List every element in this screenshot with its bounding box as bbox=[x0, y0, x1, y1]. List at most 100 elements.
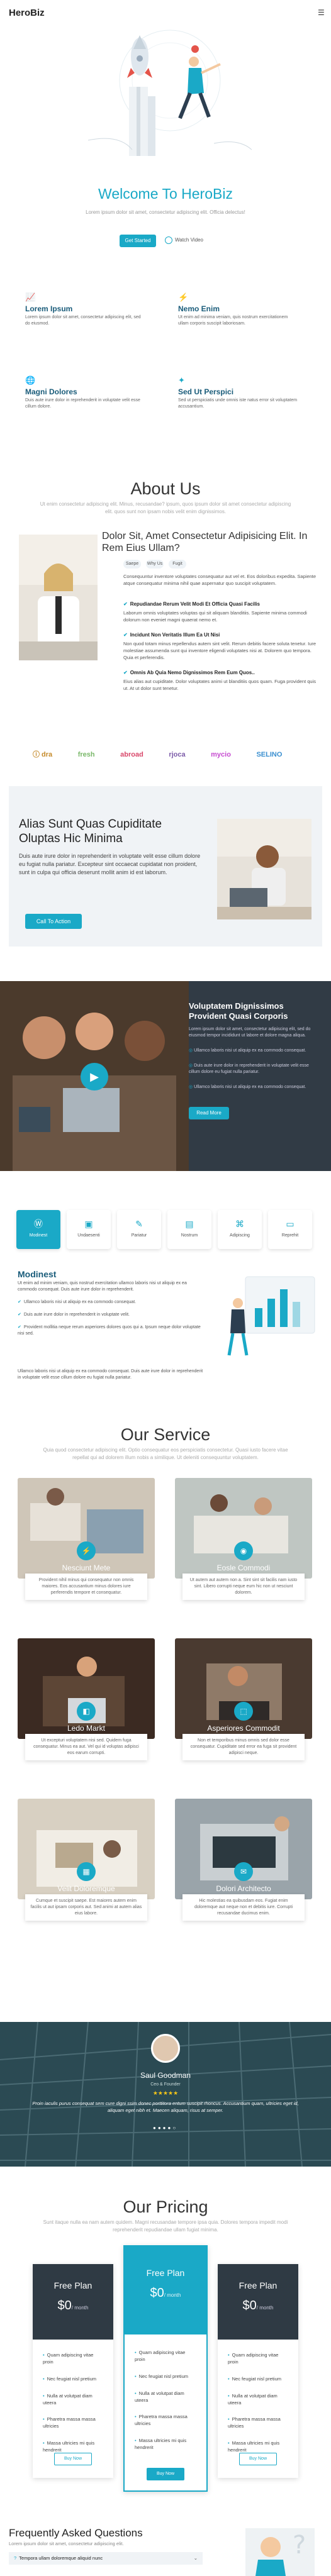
hero-title-prefix: Welcome To bbox=[98, 186, 182, 202]
about-subtitle: Ut enim consectetur adipiscing elit. Min… bbox=[40, 501, 291, 514]
faq-title: Frequently Asked Questions bbox=[9, 2527, 143, 2539]
plan-price-value: $0 bbox=[57, 2299, 72, 2313]
client-logo: ⓘ dra bbox=[33, 751, 53, 758]
service-name[interactable]: Velit Doloremque bbox=[18, 1884, 155, 1894]
service-description: Ut autem aut autem non a. Sint sint sit … bbox=[182, 1574, 305, 1601]
faq-question[interactable]: ? Tempora ullam doloremque aliquid nunc ⌄ bbox=[9, 2552, 203, 2565]
tab-label: Undaesenti bbox=[77, 1233, 100, 1238]
plan-feature-text: Massa ultricies mi quis hendrerit bbox=[135, 2438, 187, 2450]
cta-text: Duis aute irure dolor in reprehenderit i… bbox=[19, 853, 201, 876]
service-name[interactable]: Asperiores Commodit bbox=[175, 1723, 312, 1734]
tab-modinest[interactable]: Ⓦ Modinest bbox=[16, 1210, 60, 1249]
plan-feature: • Massa ultricies mi quis hendrerit bbox=[43, 2440, 103, 2454]
carousel-dots[interactable]: ●●●●○ bbox=[153, 2124, 177, 2132]
check-text: Omnis Ab Quia Nemo Dignissimos Rem Eum Q… bbox=[130, 670, 255, 675]
client-logo: mycio bbox=[211, 751, 231, 758]
tab-reprehit[interactable]: ▭ Reprehit bbox=[268, 1210, 312, 1249]
check-icon: • bbox=[228, 2392, 230, 2399]
plan-price: $0/ month bbox=[33, 2297, 113, 2315]
service-description: Non et temporibus minus omnis sed dolor … bbox=[182, 1734, 305, 1761]
about-paragraph: Eius alias aut cupiditate. Dolor volupta… bbox=[123, 679, 317, 691]
play-circle-icon bbox=[165, 236, 172, 244]
tab-undaesenti[interactable]: ▣ Undaesenti bbox=[67, 1210, 111, 1249]
plan-price: $0/ month bbox=[218, 2297, 298, 2315]
service-name[interactable]: Nesciunt Mete bbox=[18, 1563, 155, 1574]
browser-icon: ▭ bbox=[286, 1219, 295, 1229]
faq-illustration: ? bbox=[245, 2528, 315, 2576]
feature-item: 📈 Lorem Ipsum Lorem ipsum dolor sit amet… bbox=[25, 292, 145, 328]
play-button[interactable]: ▶ bbox=[81, 1063, 108, 1091]
plan-feature: • Nec feugiat nisl pretium bbox=[43, 2376, 103, 2383]
watch-video-link[interactable]: Watch Video bbox=[165, 236, 203, 244]
video-list-item: ◎ Duis aute irure dolor in reprehenderit… bbox=[189, 1063, 321, 1075]
check-icon: • bbox=[135, 2438, 137, 2444]
plan-price-period: / month bbox=[256, 2305, 274, 2311]
command-icon: ⌘ bbox=[235, 1219, 244, 1229]
feature-text: Lorem ipsum dolor sit amet, consectetur … bbox=[25, 315, 141, 326]
pricing-subtitle: Sunt itaque nulla ea nam autem quidem. M… bbox=[43, 2219, 288, 2233]
video-title: Voluptatem Dignissimos Provident Quasi C… bbox=[189, 1001, 288, 1021]
check-circle-icon: ◎ bbox=[189, 1085, 194, 1089]
service-name[interactable]: Dolori Architecto bbox=[175, 1884, 312, 1894]
hero-title: Welcome To HeroBiz bbox=[0, 184, 331, 204]
tab-label: Adipiscing bbox=[230, 1233, 250, 1238]
service-description: Cumque et suscipit saepe. Est maiores au… bbox=[25, 1894, 147, 1921]
buy-now-button[interactable]: Buy Now bbox=[147, 2468, 184, 2480]
tab-label: Modinest bbox=[29, 1233, 48, 1238]
plan-feature-text: Nulla at volutpat diam uteera bbox=[135, 2390, 184, 2403]
service-name[interactable]: Ledo Markt bbox=[18, 1723, 155, 1734]
plan-feature-text: Pharetra massa massa ultricies bbox=[43, 2416, 96, 2429]
service-name[interactable]: Eosle Commodi bbox=[175, 1563, 312, 1574]
plan-feature-text: Massa ultricies mi quis hendrerit bbox=[43, 2440, 95, 2453]
call-to-action-button[interactable]: Call To Action bbox=[25, 914, 82, 929]
plan-feature: • Quam adipiscing vitae proin bbox=[228, 2352, 288, 2366]
testimonial-name: Saul Goodman bbox=[140, 2071, 191, 2080]
tab-content-outro: Ullamco laboris nisi ut aliquip ex ea co… bbox=[18, 1369, 203, 1380]
tab-list-item: ✔ Ullamco laboris nisi ut aliquip ex ea c… bbox=[18, 1299, 206, 1306]
get-started-button[interactable]: Get Started bbox=[120, 235, 156, 247]
plan-feature: • Pharetra massa massa ultricies bbox=[43, 2416, 103, 2430]
hamburger-icon[interactable]: ☰ bbox=[318, 8, 325, 18]
question-icon: ? bbox=[14, 2555, 17, 2561]
activity-icon: ⚡ bbox=[77, 1541, 96, 1560]
service-description: Ut excepturi voluptatem nisi sed. Quidem… bbox=[25, 1734, 147, 1761]
check-icon: ✔ bbox=[18, 1313, 21, 1317]
chevron-down-icon: ⌄ bbox=[193, 2555, 198, 2561]
check-icon: • bbox=[228, 2375, 230, 2382]
check-icon: • bbox=[228, 2416, 230, 2423]
plan-feature: • Nulla at volutpat diam uteera bbox=[228, 2393, 288, 2407]
brand-logo[interactable]: HeroBiz bbox=[9, 6, 45, 20]
check-icon: • bbox=[228, 2352, 230, 2358]
faq-subtitle: Lorem ipsum dolor sit amet, consectetur … bbox=[9, 2541, 124, 2546]
video-paragraph: Lorem ipsum dolor sit amet, consectetur … bbox=[189, 1027, 311, 1038]
about-paragraph: Laborum omnis voluptates voluptas qui si… bbox=[123, 610, 307, 623]
tab-pariatur[interactable]: ✎ Pariatur bbox=[117, 1210, 161, 1249]
tab-content-title: Modinest bbox=[18, 1269, 57, 1279]
check-circle-icon: ◎ bbox=[189, 1063, 194, 1068]
plan-price-period: / month bbox=[71, 2305, 89, 2311]
faq-question-text: Tempora ullam doloremque aliquid nunc bbox=[19, 2555, 103, 2561]
plan-feature: • Quam adipiscing vitae proin bbox=[43, 2352, 103, 2366]
pill-fugit[interactable]: Fugit bbox=[169, 560, 186, 569]
tab-nostrum[interactable]: ▤ Nostrum bbox=[167, 1210, 211, 1249]
video-list-text: Ullamco laboris nisi ut aliquip ex ea co… bbox=[194, 1085, 306, 1089]
chart-icon: 📈 bbox=[25, 292, 36, 302]
plan-feature: • Nulla at volutpat diam uteera bbox=[43, 2393, 103, 2407]
about-check-item: ✔ Repudiandae Rerum Velit Modi Et Officia… bbox=[123, 601, 318, 608]
buy-now-button[interactable]: Buy Now bbox=[54, 2453, 92, 2465]
check-icon: • bbox=[228, 2440, 230, 2446]
check-icon: • bbox=[43, 2352, 45, 2358]
check-icon: ✔ bbox=[18, 1325, 21, 1330]
globe-icon: 🌐 bbox=[25, 375, 36, 385]
pill-saepe[interactable]: Saepe bbox=[123, 560, 141, 569]
read-more-button[interactable]: Read More bbox=[189, 1107, 229, 1119]
plan-feature-text: Nulla at volutpat diam uteera bbox=[228, 2392, 278, 2406]
about-check-item: ✔ Incidunt Non Veritatis Illum Ea Ut Nisi bbox=[123, 631, 318, 639]
pill-why-us[interactable]: Why Us bbox=[146, 560, 164, 569]
about-heading: Dolor Sit, Amet Consectetur Adipisicing … bbox=[102, 531, 308, 554]
buy-now-button[interactable]: Buy Now bbox=[239, 2453, 277, 2465]
tab-adipiscing[interactable]: ⌘ Adipiscing bbox=[218, 1210, 262, 1249]
plan-feature-text: Nec feugiat nisl pretium bbox=[232, 2375, 282, 2382]
check-icon: • bbox=[43, 2440, 45, 2446]
rating-stars: ★★★★★ bbox=[152, 2090, 179, 2096]
